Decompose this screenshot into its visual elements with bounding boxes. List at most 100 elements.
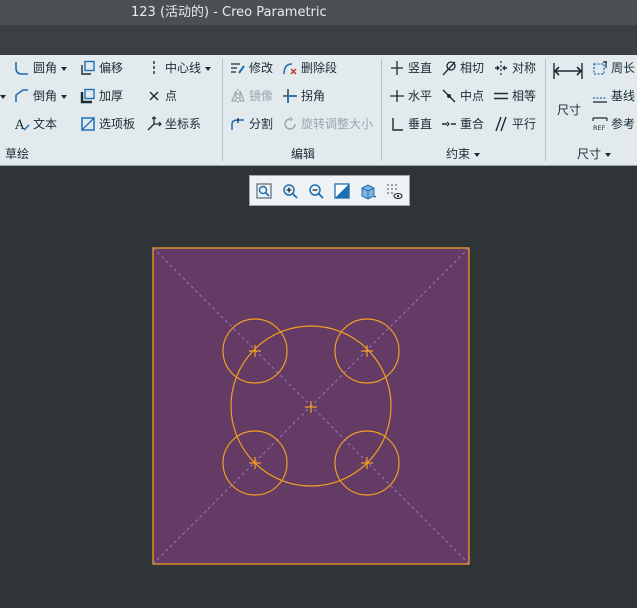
display-style-button[interactable] [358, 181, 378, 201]
midpoint-icon [441, 88, 457, 104]
coincident-label: 重合 [460, 117, 485, 131]
chamfer-side-arrow[interactable] [0, 86, 6, 106]
group-divider [222, 59, 223, 161]
chamfer-dropdown-icon[interactable] [61, 94, 68, 99]
text-label: 文本 [33, 117, 58, 131]
palette-label: 选项板 [99, 117, 136, 131]
repaint-icon [334, 183, 350, 199]
text-icon: A [14, 116, 30, 132]
corner-button[interactable]: 拐角 [282, 86, 325, 106]
chevron-down-icon [474, 152, 481, 157]
chevron-down-icon [0, 94, 6, 99]
vertical-constraint-icon [389, 60, 405, 76]
midpoint-label: 中点 [460, 89, 485, 103]
refit-button[interactable] [254, 181, 274, 201]
chamfer-label: 倒角 [33, 89, 58, 103]
divide-icon [230, 116, 246, 132]
symmetric-constraint-button[interactable]: 对称 [493, 58, 536, 78]
chamfer-button[interactable]: 倒角 [14, 86, 68, 106]
fillet-dropdown-icon[interactable] [61, 66, 68, 71]
group-divider [545, 59, 546, 161]
dimension-button[interactable]: 尺寸 [551, 59, 585, 123]
svg-text:A: A [14, 118, 25, 132]
text-button[interactable]: A 文本 [14, 114, 57, 134]
graphics-toolbar [249, 175, 410, 206]
ribbon-tab-strip [0, 25, 637, 55]
refit-icon [256, 183, 272, 199]
thicken-icon [80, 88, 96, 104]
symmetric-label: 对称 [512, 61, 537, 75]
reference-icon: REF [592, 116, 608, 132]
baseline-icon [592, 88, 608, 104]
palette-button[interactable]: 选项板 [80, 114, 135, 134]
sketch-display-filter-button[interactable] [384, 181, 404, 201]
vertical-constraint-label: 竖直 [408, 61, 433, 75]
sketch-display-filter-icon [387, 184, 403, 200]
delete-segment-button[interactable]: 删除段 [282, 58, 337, 78]
offset-icon [80, 60, 96, 76]
symmetric-icon [493, 60, 509, 76]
reference-button[interactable]: REF 参考 [592, 114, 635, 134]
centerline-label: 中心线 [165, 61, 202, 75]
constraints-group-label: 约束 [446, 147, 471, 161]
offset-label: 偏移 [99, 61, 124, 75]
vertical-constraint-button[interactable]: 竖直 [389, 58, 432, 78]
mirror-label: 镜像 [249, 89, 274, 103]
baseline-button[interactable]: 基线 [592, 86, 635, 106]
modify-label: 修改 [249, 61, 274, 75]
coincident-constraint-button[interactable]: 重合 [441, 114, 484, 134]
rotate-resize-button[interactable]: 旋转调整大小 [282, 114, 373, 134]
zoom-in-button[interactable] [280, 181, 300, 201]
centerline-icon [146, 60, 162, 76]
centerline-dropdown-icon[interactable] [205, 66, 212, 71]
sketch-group-label: 草绘 [5, 147, 30, 161]
thicken-label: 加厚 [99, 89, 124, 103]
perpendicular-label: 垂直 [408, 117, 433, 131]
divide-button[interactable]: 分割 [230, 114, 273, 134]
parallel-constraint-button[interactable]: 平行 [493, 114, 536, 134]
repaint-button[interactable] [332, 181, 352, 201]
offset-button[interactable]: 偏移 [80, 58, 123, 78]
perimeter-icon [592, 60, 608, 76]
constraints-group-menu[interactable]: 约束 [446, 145, 481, 163]
dimension-group-menu[interactable]: 尺寸 [577, 145, 612, 163]
chamfer-icon [14, 88, 30, 104]
point-label: 点 [165, 89, 178, 103]
corner-icon [282, 88, 298, 104]
zoom-out-button[interactable] [306, 181, 326, 201]
parallel-icon [493, 116, 509, 132]
delete-segment-label: 删除段 [301, 61, 338, 75]
perimeter-label: 周长 [611, 61, 636, 75]
display-style-icon [361, 184, 376, 200]
equal-constraint-button[interactable]: 相等 [493, 86, 536, 106]
modify-button[interactable]: 修改 [230, 58, 273, 78]
perpendicular-constraint-button[interactable]: 垂直 [389, 114, 432, 134]
chevron-down-icon [605, 152, 612, 157]
mirror-button[interactable]: 镜像 [230, 86, 273, 106]
reference-label: 参考 [611, 117, 636, 131]
point-icon [146, 88, 162, 104]
perpendicular-icon [389, 116, 405, 132]
horizontal-constraint-button[interactable]: 水平 [389, 86, 432, 106]
fillet-icon [14, 60, 30, 76]
modify-icon [230, 60, 246, 76]
perimeter-button[interactable]: 周长 [592, 58, 635, 78]
point-button[interactable]: 点 [146, 86, 177, 106]
horizontal-constraint-label: 水平 [408, 89, 433, 103]
centerline-button[interactable]: 中心线 [146, 58, 212, 78]
tangent-label: 相切 [460, 61, 485, 75]
window-titlebar: 123 (活动的) - Creo Parametric [0, 0, 637, 25]
thicken-button[interactable]: 加厚 [80, 86, 123, 106]
midpoint-constraint-button[interactable]: 中点 [441, 86, 484, 106]
fillet-button[interactable]: 圆角 [14, 58, 68, 78]
corner-label: 拐角 [301, 89, 326, 103]
tangent-icon [441, 60, 457, 76]
divide-label: 分割 [249, 117, 274, 131]
dimension-group-label: 尺寸 [577, 147, 602, 161]
tangent-constraint-button[interactable]: 相切 [441, 58, 484, 78]
graphics-canvas[interactable] [0, 166, 637, 608]
horizontal-constraint-icon [389, 88, 405, 104]
zoom-in-icon [283, 184, 298, 199]
coordinate-system-label: 坐标系 [165, 117, 202, 131]
coordinate-system-button[interactable]: 坐标系 [146, 114, 201, 134]
